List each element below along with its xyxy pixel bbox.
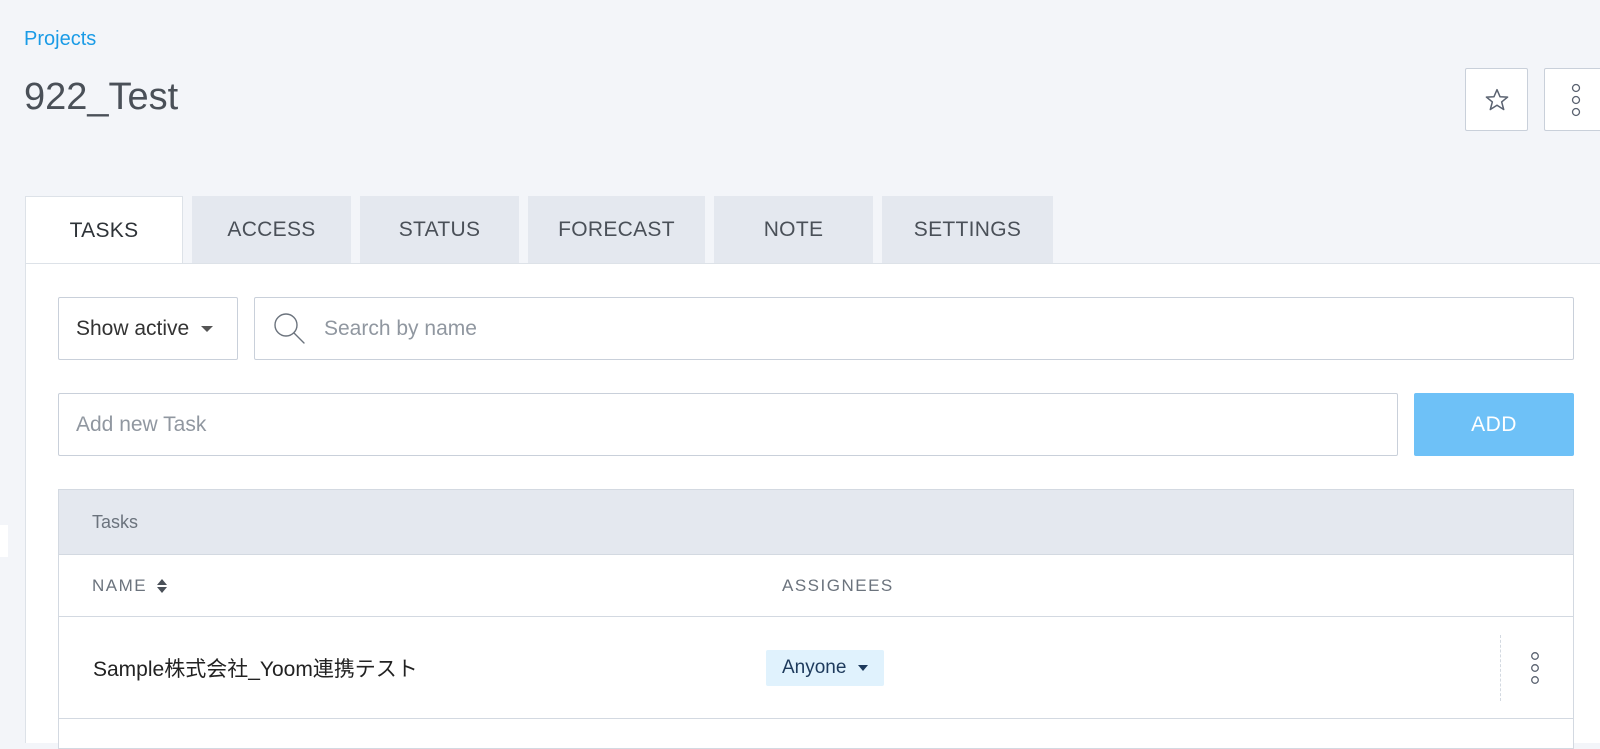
tab-note[interactable]: NOTE xyxy=(714,196,873,263)
search-box[interactable] xyxy=(254,297,1574,360)
table-header-row: NAME ASSIGNEES xyxy=(59,555,1573,617)
vertical-dots-icon xyxy=(1531,652,1539,684)
chevron-down-icon xyxy=(858,665,869,671)
side-panel-handle[interactable] xyxy=(0,525,8,557)
more-actions-button[interactable] xyxy=(1544,68,1600,131)
tasks-table-caption: Tasks xyxy=(59,490,1573,555)
tab-forecast[interactable]: FORECAST xyxy=(528,196,705,263)
assignee-dropdown[interactable]: Anyone xyxy=(766,650,885,686)
row-divider xyxy=(1500,635,1501,701)
breadcrumb-projects-link[interactable]: Projects xyxy=(24,28,96,51)
task-name[interactable]: Sample株式会社_Yoom連携テスト xyxy=(93,617,418,719)
tab-access[interactable]: ACCESS xyxy=(192,196,351,263)
table-row[interactable]: Sample株式会社_Yoom連携テスト Anyone xyxy=(59,617,1573,719)
assignee-value: Anyone xyxy=(782,657,847,678)
tasks-table: Tasks NAME ASSIGNEES Sample株式会社_Yoom連携テス… xyxy=(58,489,1574,749)
page-title: 922_Test xyxy=(24,76,179,118)
status-filter-value: Show active xyxy=(76,316,190,340)
row-more-button[interactable] xyxy=(1517,645,1553,691)
tab-tasks[interactable]: TASKS xyxy=(25,196,183,264)
star-icon xyxy=(1485,88,1508,110)
status-filter-select[interactable]: Show active xyxy=(58,297,238,360)
tab-status[interactable]: STATUS xyxy=(360,196,519,263)
add-task-button[interactable]: ADD xyxy=(1414,393,1574,456)
column-header-name[interactable]: NAME xyxy=(92,555,168,617)
search-input[interactable] xyxy=(322,315,1522,342)
search-icon xyxy=(272,311,308,347)
favorite-button[interactable] xyxy=(1465,68,1528,131)
tab-settings[interactable]: SETTINGS xyxy=(882,196,1053,263)
project-tabs: TASKS ACCESS STATUS FORECAST NOTE SETTIN… xyxy=(25,196,1062,264)
sort-icon xyxy=(157,579,168,593)
column-header-name-label: NAME xyxy=(92,576,148,595)
add-task-input[interactable] xyxy=(58,393,1398,456)
chevron-down-icon xyxy=(201,325,214,332)
vertical-dots-icon xyxy=(1571,83,1581,116)
column-header-assignees: ASSIGNEES xyxy=(782,576,894,595)
